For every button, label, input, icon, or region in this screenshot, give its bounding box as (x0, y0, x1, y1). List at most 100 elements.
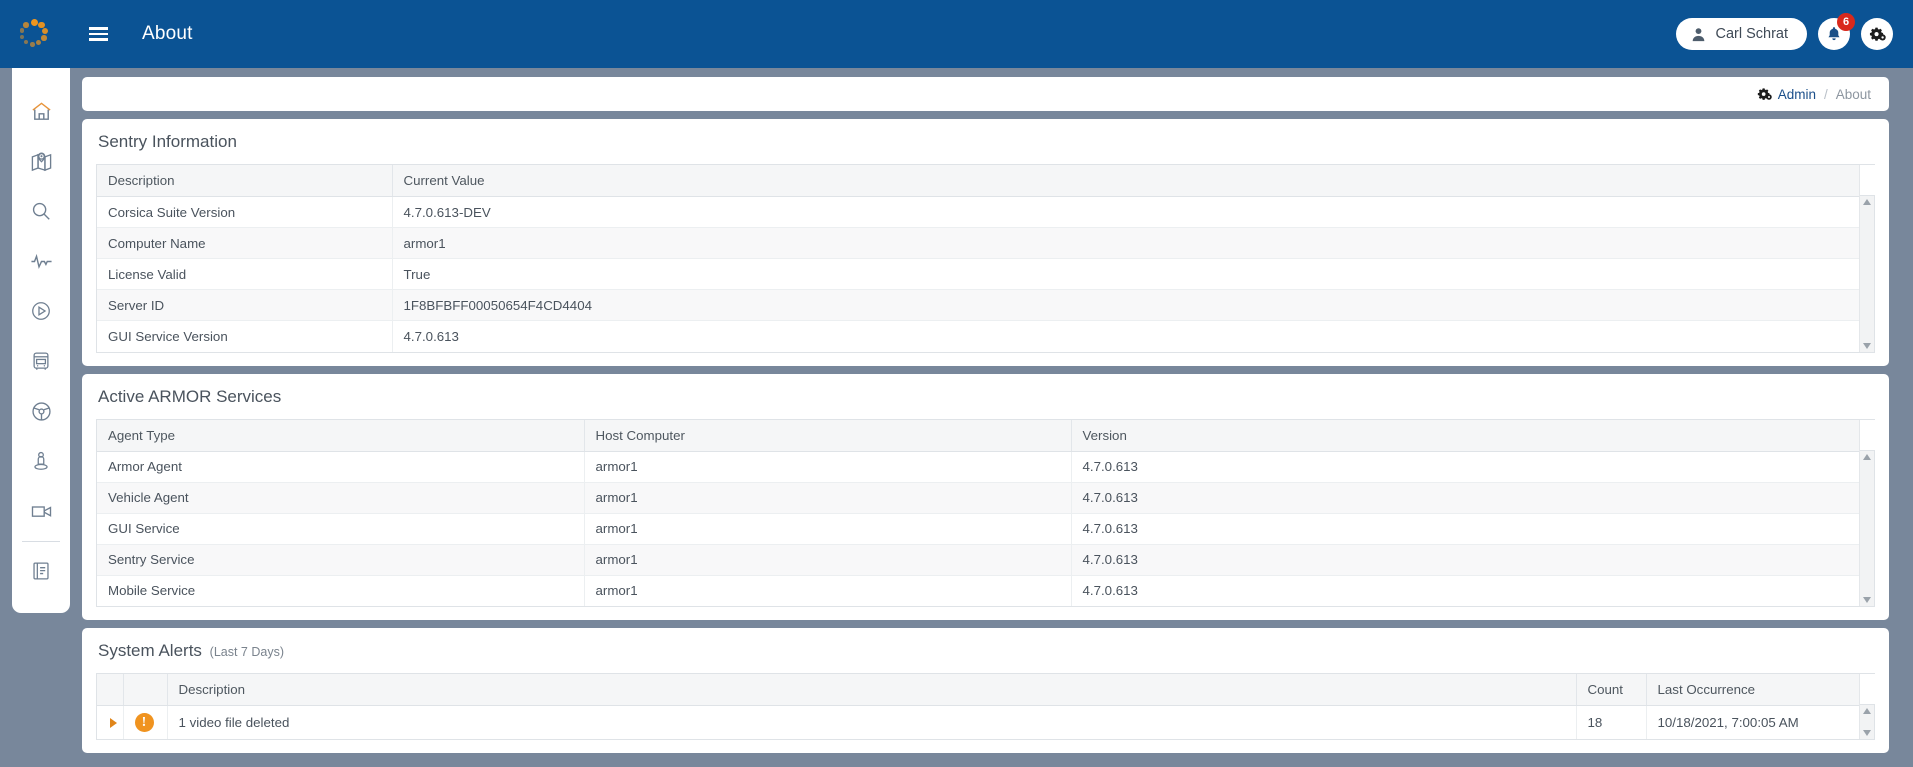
breadcrumb-current-about: About (1835, 86, 1871, 102)
sentry-information-title: Sentry Information (98, 132, 237, 151)
sidebar-item-home[interactable] (12, 86, 70, 136)
table-row[interactable]: Computer Name armor1 (97, 227, 1859, 259)
notification-count-badge: 6 (1837, 13, 1855, 31)
sentry-information-table: Description Current Value Corsica Suite … (97, 165, 1859, 352)
table-row[interactable]: Server ID 1F8BFBFF00050654F4CD4404 (97, 289, 1859, 321)
table-row[interactable]: Sentry Service armor1 4.7.0.613 (97, 544, 1859, 576)
cell-agent-type: Armor Agent (97, 451, 585, 483)
cell-host-computer: armor1 (584, 544, 1072, 576)
cell-last-occurrence: 10/18/2021, 7:00:05 AM (1657, 715, 1799, 730)
top-navigation-bar: About Carl Schrat 6 (0, 0, 1913, 68)
column-header[interactable]: Last Occurrence (1646, 674, 1859, 706)
sidebar-item-search[interactable] (12, 186, 70, 236)
breadcrumb: Admin / About (1757, 87, 1871, 102)
hamburger-menu-icon[interactable] (76, 0, 120, 68)
active-armor-services-table: Agent Type Host Computer Version Armor A… (97, 419, 1859, 606)
cell-expander[interactable] (97, 705, 124, 739)
table-row[interactable]: License Valid True (97, 258, 1859, 290)
user-name-label: Carl Schrat (1715, 26, 1788, 42)
sidebar-divider (22, 541, 60, 542)
cell-agent-type: Mobile Service (97, 575, 585, 606)
vertical-scrollbar[interactable] (1859, 165, 1875, 352)
sentry-information-panel: Sentry Information Description Current V… (82, 119, 1889, 366)
scroll-down-arrow-icon[interactable] (1863, 342, 1871, 349)
cell-version: 4.7.0.613 (1071, 482, 1859, 514)
application-window: About Carl Schrat 6 Admin / About Sentry… (0, 0, 1913, 767)
sidebar-item-drivers[interactable] (12, 386, 70, 436)
cell-description: Server ID (97, 289, 393, 321)
system-alerts-table-wrapper: Description Count Last Occurrence ! 1 vi… (96, 673, 1875, 740)
cell-description: License Valid (97, 258, 393, 290)
home-icon (31, 101, 51, 120)
video-camera-icon (31, 505, 51, 517)
spinner-dots-logo-icon (19, 19, 49, 49)
top-bar-actions: Carl Schrat 6 (1676, 13, 1913, 50)
breadcrumb-link-admin[interactable]: Admin (1778, 87, 1816, 102)
scroll-up-arrow-icon[interactable] (1863, 708, 1871, 714)
column-header[interactable]: Count (1576, 674, 1647, 706)
sidebar-item-playback[interactable] (12, 286, 70, 336)
vertical-scrollbar[interactable] (1859, 419, 1875, 606)
column-header[interactable]: Version (1071, 419, 1859, 452)
table-row[interactable]: Mobile Service armor1 4.7.0.613 (97, 575, 1859, 606)
active-armor-services-title: Active ARMOR Services (98, 386, 282, 406)
cell-host-computer: armor1 (584, 451, 1072, 483)
vertical-scrollbar[interactable] (1859, 674, 1875, 739)
map-pin-icon (31, 151, 51, 171)
sidebar-item-activity[interactable] (12, 236, 70, 286)
sidebar-item-personnel[interactable] (12, 436, 70, 486)
active-armor-services-table-wrapper: Agent Type Host Computer Version Armor A… (96, 418, 1875, 607)
left-sidebar (12, 68, 70, 613)
system-alerts-title-text: System Alerts (98, 641, 202, 660)
book-report-icon (33, 562, 49, 580)
notifications-button[interactable]: 6 (1818, 13, 1855, 50)
play-circle-icon (32, 302, 50, 320)
sentry-information-table-wrapper: Description Current Value Corsica Suite … (96, 164, 1875, 353)
scroll-up-arrow-icon[interactable] (1863, 199, 1871, 205)
scrollbar-header-spacer (1859, 165, 1875, 196)
settings-button[interactable] (1861, 18, 1893, 50)
warning-exclamation-icon: ! (134, 713, 154, 732)
expand-row-triangle-icon[interactable] (110, 717, 117, 728)
column-header[interactable]: Description (167, 674, 1577, 706)
app-logo[interactable] (0, 0, 68, 68)
cell-version: 4.7.0.613 (1071, 451, 1859, 483)
cell-severity: ! (123, 705, 168, 739)
scrollbar-header-spacer (1859, 674, 1875, 705)
table-row[interactable]: GUI Service armor1 4.7.0.613 (97, 513, 1859, 545)
column-header[interactable]: Description (97, 165, 393, 197)
scrollbar-header-spacer (1859, 419, 1875, 451)
table-row[interactable]: ! 1 video file deleted 18 10/18/2021, 7:… (97, 705, 1859, 739)
column-header-severity (123, 674, 168, 706)
pulse-activity-icon (30, 253, 52, 269)
user-menu-button[interactable]: Carl Schrat (1676, 18, 1807, 50)
column-header[interactable]: Host Computer (584, 419, 1072, 452)
scroll-down-arrow-icon[interactable] (1863, 730, 1871, 736)
gears-icon (1869, 27, 1886, 41)
cell-host-computer: armor1 (584, 513, 1072, 545)
cell-value: True (392, 258, 1859, 290)
column-header[interactable]: Current Value (392, 165, 1859, 197)
cell-description: 1 video file deleted (167, 705, 1577, 739)
person-location-icon (34, 451, 48, 470)
sidebar-item-cameras[interactable] (12, 486, 70, 536)
breadcrumb-separator: / (1823, 86, 1828, 102)
table-header-row: Agent Type Host Computer Version (97, 419, 1859, 452)
active-armor-services-panel: Active ARMOR Services Agent Type Host Co… (82, 373, 1889, 620)
column-header[interactable]: Agent Type (97, 419, 585, 452)
bus-icon (33, 352, 49, 370)
sidebar-item-reports[interactable] (12, 546, 70, 596)
cell-version: 4.7.0.613 (1082, 583, 1138, 599)
table-row[interactable]: Corsica Suite Version 4.7.0.613-DEV (97, 196, 1859, 228)
scroll-down-arrow-icon[interactable] (1863, 597, 1871, 603)
system-alerts-title: System Alerts (Last 7 Days) (96, 638, 1875, 673)
cell-count: 18 (1576, 705, 1647, 739)
table-row[interactable]: GUI Service Version 4.7.0.613 (97, 320, 1859, 352)
system-alerts-table: Description Count Last Occurrence ! 1 vi… (97, 674, 1859, 739)
sidebar-item-map[interactable] (12, 136, 70, 186)
scroll-up-arrow-icon[interactable] (1863, 453, 1871, 460)
table-row[interactable]: Armor Agent armor1 4.7.0.613 (97, 451, 1859, 483)
system-alerts-subtitle: (Last 7 Days) (209, 645, 284, 659)
sidebar-item-vehicles[interactable] (12, 336, 70, 386)
table-row[interactable]: Vehicle Agent armor1 4.7.0.613 (97, 482, 1859, 514)
